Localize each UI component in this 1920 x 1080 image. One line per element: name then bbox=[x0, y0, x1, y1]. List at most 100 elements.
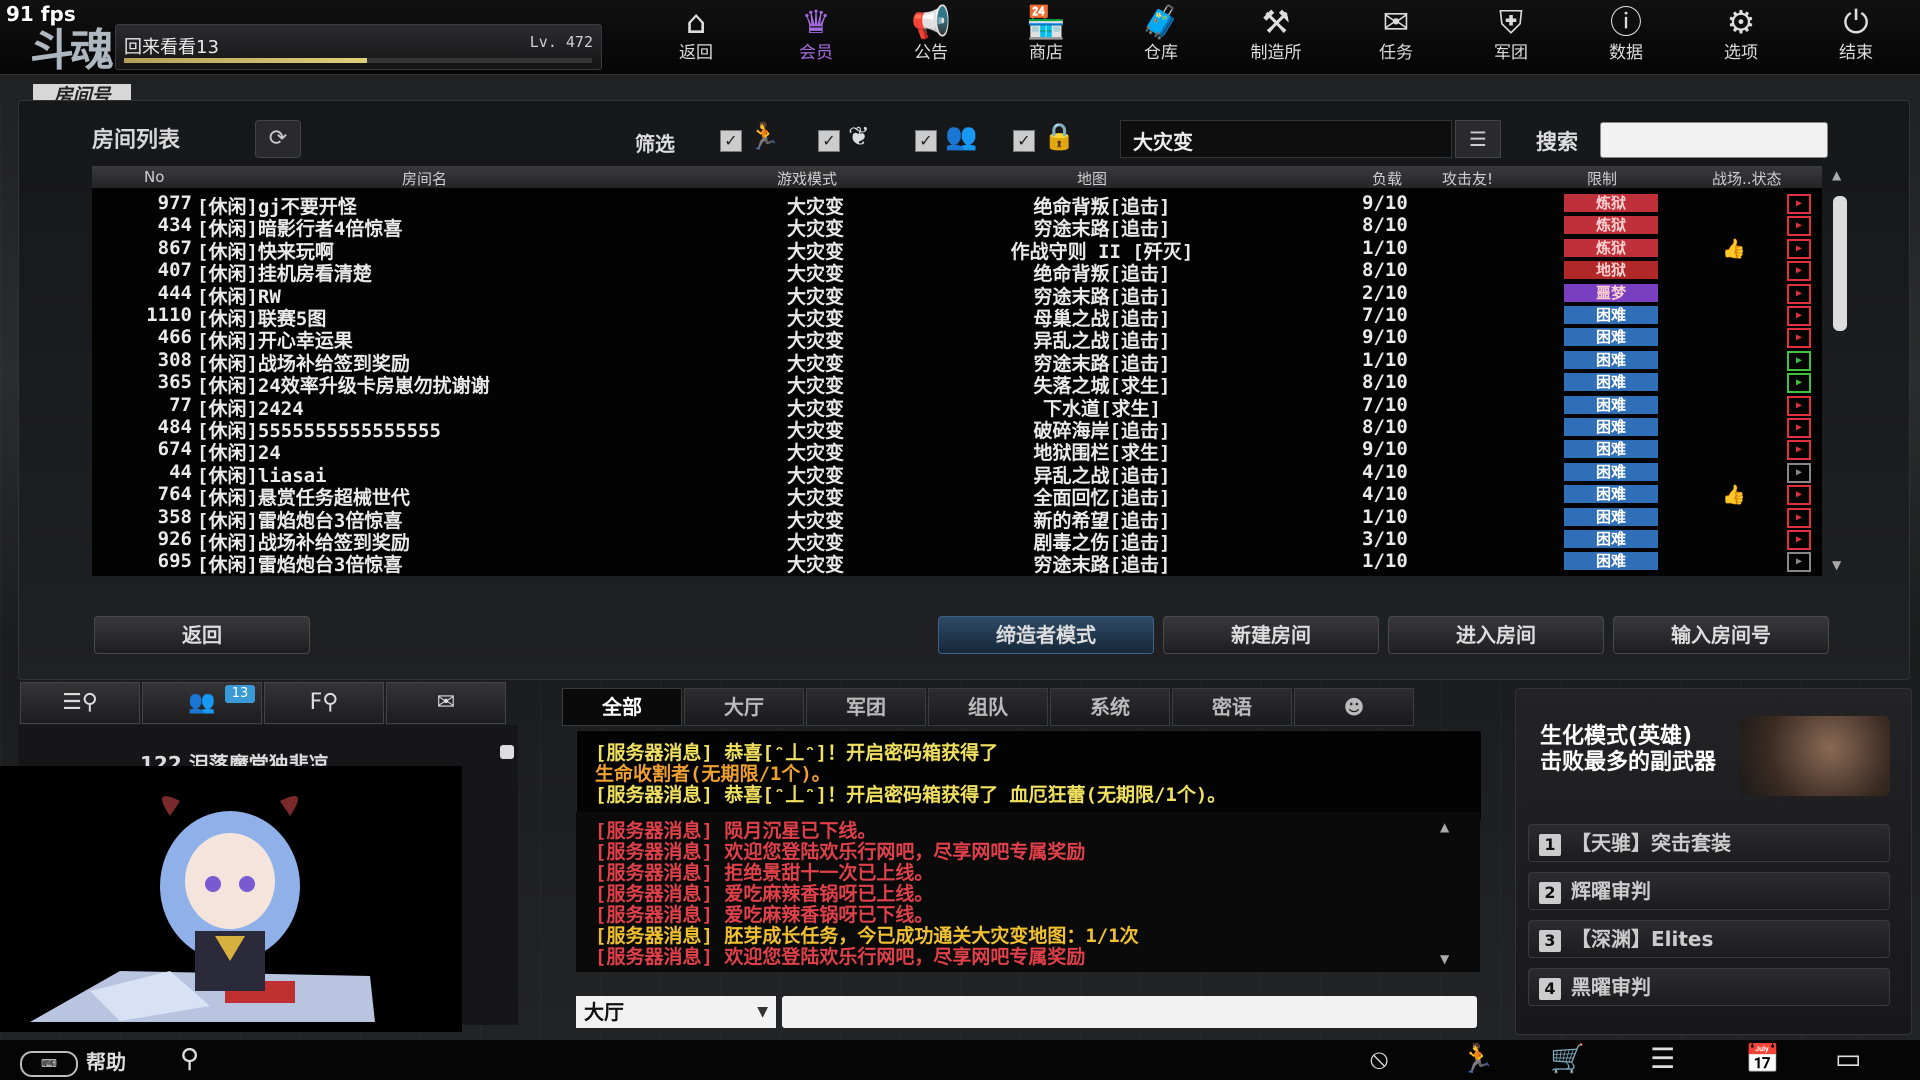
chat-input[interactable] bbox=[782, 996, 1477, 1028]
mission-number: 3 bbox=[1539, 929, 1561, 952]
filter-checkbox-solo[interactable]: ✓ bbox=[720, 130, 742, 152]
chat-tab[interactable]: 组队 bbox=[928, 688, 1048, 726]
table-row[interactable]: 434 [休闲]暗影行者4倍惊喜 大灾变 穷途末路[追击] 8/10 炼狱 ▶ bbox=[92, 214, 1822, 240]
limit-badge: 困难 bbox=[1564, 395, 1658, 414]
filter-checkbox-locked[interactable]: ✓ bbox=[1013, 130, 1035, 152]
table-row[interactable]: 867 [休闲]快来玩啊 大灾变 作战守则 II [歼灭] 1/10 炼狱 👍 ▶ bbox=[92, 237, 1822, 263]
creator-mode-button[interactable]: 缔造者模式 bbox=[938, 616, 1154, 654]
table-row[interactable]: 407 [休闲]挂机房看清楚 大灾变 绝命背叛[追击] 8/10 地狱 ▶ bbox=[92, 259, 1822, 285]
table-row[interactable]: 365 [休闲]24效率升级卡房崽勿扰谢谢 大灾变 失落之城[求生] 8/10 困难 ▶ bbox=[92, 371, 1822, 397]
friend-list-tab[interactable]: ☰⚲ bbox=[20, 682, 140, 724]
nav-button-workshop[interactable]: ⚒ 制造所 bbox=[1220, 0, 1332, 70]
room-number-cell: 764 bbox=[157, 483, 192, 506]
mission-item[interactable]: 4 黑曜审判 bbox=[1528, 968, 1890, 1006]
filter-label: 筛选 bbox=[635, 132, 675, 156]
search-input[interactable] bbox=[1600, 122, 1828, 158]
users-open-icon: 👥 bbox=[945, 122, 978, 152]
cart-icon[interactable]: 🛒 bbox=[1550, 1042, 1585, 1075]
chat-tab[interactable]: 密语 bbox=[1172, 688, 1292, 726]
compass-icon[interactable]: ⦸ bbox=[1370, 1042, 1388, 1076]
lock-icon: 🔒 bbox=[1043, 122, 1076, 152]
help-button[interactable]: ⌨ 帮助 bbox=[20, 1046, 126, 1077]
play-status-icon: ▶ bbox=[1787, 507, 1811, 528]
room-number-cell: 44 bbox=[169, 460, 192, 483]
inventory-icon: 🧳 bbox=[1141, 3, 1181, 41]
table-row[interactable]: 674 [休闲]24 大灾变 地狱围栏[求生] 9/10 困难 ▶ bbox=[92, 438, 1822, 464]
filter-checkbox-open[interactable]: ✓ bbox=[915, 130, 937, 152]
friends-tab[interactable]: 👥 13 bbox=[142, 682, 262, 724]
calendar-icon[interactable]: 📅 bbox=[1745, 1042, 1780, 1075]
load-cell: 3/10 bbox=[1362, 528, 1408, 550]
chat-tab[interactable]: 系统 bbox=[1050, 688, 1170, 726]
play-status-icon: ▶ bbox=[1787, 350, 1811, 371]
table-row[interactable]: 77 [休闲]2424 大灾变 下水道[求生] 7/10 困难 ▶ bbox=[92, 393, 1822, 420]
filter-checkbox-clan[interactable]: ✓ bbox=[818, 130, 840, 152]
chevron-down-icon: ▼ bbox=[757, 1004, 768, 1020]
input-room-number-button[interactable]: 输入房间号 bbox=[1613, 616, 1829, 654]
scroll-up-icon[interactable]: ▲ bbox=[1832, 168, 1841, 182]
chat-scroll-up-icon[interactable]: ▲ bbox=[1440, 820, 1449, 834]
mission-character-portrait bbox=[1740, 716, 1890, 796]
play-status-icon: ▶ bbox=[1787, 395, 1811, 416]
mission-item[interactable]: 2 辉曜审判 bbox=[1528, 872, 1890, 910]
back-button[interactable]: 返回 bbox=[94, 616, 310, 654]
mission-item[interactable]: 1 【天骓】突击套装 bbox=[1528, 824, 1890, 862]
limit-badge: 困难 bbox=[1564, 328, 1658, 347]
nav-button-stats[interactable]: ⓘ 数据 bbox=[1570, 0, 1682, 70]
refresh-button[interactable]: ⟳ bbox=[255, 120, 301, 158]
clan-members-tab[interactable]: F⚲ bbox=[264, 682, 384, 724]
table-row[interactable]: 308 [休闲]战场补给签到奖励 大灾变 穷途末路[追击] 1/10 困难 ▶ bbox=[92, 349, 1822, 375]
table-row[interactable]: 484 [休闲]5555555555555555 大灾变 破碎海岸[追击] 8/10 困难… bbox=[92, 416, 1822, 442]
emoji-icon[interactable]: ☻ bbox=[1294, 688, 1414, 726]
thumbs-up-icon: 👍 bbox=[1722, 237, 1746, 260]
chat-channel-select[interactable]: 大厅 ▼ bbox=[576, 996, 776, 1028]
room-list-scroll-thumb[interactable] bbox=[1833, 196, 1847, 331]
limit-badge: 困难 bbox=[1564, 350, 1658, 369]
nav-button-power[interactable]: ⏻ 结束 bbox=[1800, 0, 1912, 70]
nav-button-megaphone[interactable]: 📢 公告 bbox=[875, 0, 987, 70]
table-row[interactable]: 695 [休闲]雷焰炮台3倍惊喜 大灾变 穷途末路[追击] 1/10 困难 ▶ bbox=[92, 550, 1822, 576]
message-tab[interactable]: ✉ bbox=[386, 682, 506, 724]
friend-scroll-thumb[interactable] bbox=[500, 745, 514, 759]
nav-button-gear[interactable]: ⚙ 选项 bbox=[1685, 0, 1797, 70]
enter-room-button[interactable]: 进入房间 bbox=[1388, 616, 1604, 654]
table-row[interactable]: 926 [休闲]战场补给签到奖励 大灾变 剧毒之伤[追击] 3/10 困难 ▶ bbox=[92, 528, 1822, 554]
table-row[interactable]: 444 [休闲]RW 大灾变 穷途末路[追击] 2/10 噩梦 ▶ bbox=[92, 281, 1822, 308]
nav-label: 军团 bbox=[1494, 43, 1528, 63]
mission-item[interactable]: 3 【深渊】Elites bbox=[1528, 920, 1890, 958]
table-row[interactable]: 44 [休闲]liasai 大灾变 异乱之战[追击] 4/10 困难 ▶ bbox=[92, 460, 1822, 487]
table-row[interactable]: 1110 [休闲]联赛5图 大灾变 母巢之战[追击] 7/10 困难 ▶ bbox=[92, 304, 1822, 330]
room-number-cell: 444 bbox=[157, 281, 192, 304]
nav-button-mission[interactable]: ✉ 任务 bbox=[1340, 0, 1452, 70]
friend-count-badge: 13 bbox=[225, 685, 255, 703]
nav-button-crown[interactable]: ♛ 会员 bbox=[760, 0, 872, 70]
table-row[interactable]: 466 [休闲]开心幸运果 大灾变 异乱之战[追击] 9/10 困难 ▶ bbox=[92, 326, 1822, 352]
table-row[interactable]: 977 [休闲]gj不要开怪 大灾变 绝命背叛[追击] 9/10 炼狱 ▶ bbox=[92, 192, 1822, 218]
mission-number: 1 bbox=[1539, 833, 1561, 856]
table-row[interactable]: 764 [休闲]悬赏任务超械世代 大灾变 全面回忆[追击] 4/10 困难 👍 ▶ bbox=[92, 483, 1822, 509]
nav-button-shop[interactable]: 🏪 商店 bbox=[990, 0, 1102, 70]
filter-settings-button[interactable]: ☰ bbox=[1455, 120, 1501, 158]
nav-button-home[interactable]: ⌂ 返回 bbox=[640, 0, 752, 70]
room-number-cell: 77 bbox=[169, 393, 192, 416]
table-row[interactable]: 358 [休闲]雷焰炮台3倍惊喜 大灾变 新的希望[追击] 1/10 困难 ▶ bbox=[92, 506, 1822, 532]
chat-tab[interactable]: 全部 bbox=[562, 688, 682, 726]
ranking-icon[interactable]: ☰ bbox=[1650, 1042, 1675, 1075]
nav-button-inventory[interactable]: 🧳 仓库 bbox=[1105, 0, 1217, 70]
nav-button-clan[interactable]: ⛨ 军团 bbox=[1455, 0, 1567, 70]
chat-tab[interactable]: 大厅 bbox=[684, 688, 804, 726]
nav-label: 仓库 bbox=[1144, 43, 1178, 63]
new-room-button[interactable]: 新建房间 bbox=[1163, 616, 1379, 654]
search-icon[interactable]: ⚲ bbox=[180, 1044, 199, 1074]
nav-label: 结束 bbox=[1839, 43, 1873, 63]
battery-icon[interactable]: ▭ bbox=[1835, 1042, 1861, 1075]
activity-icon[interactable]: 🏃 bbox=[1460, 1042, 1495, 1075]
envelope-icon: ✉ bbox=[436, 690, 456, 715]
room-number-cell: 695 bbox=[157, 550, 192, 573]
bottom-bar bbox=[0, 1040, 1920, 1080]
chat-tab[interactable]: 军团 bbox=[806, 688, 926, 726]
chat-scroll-down-icon[interactable]: ▼ bbox=[1440, 952, 1449, 966]
mode-select[interactable]: 大灾变 bbox=[1120, 120, 1452, 158]
room-number-cell: 674 bbox=[157, 438, 192, 461]
scroll-down-icon[interactable]: ▼ bbox=[1832, 558, 1841, 572]
